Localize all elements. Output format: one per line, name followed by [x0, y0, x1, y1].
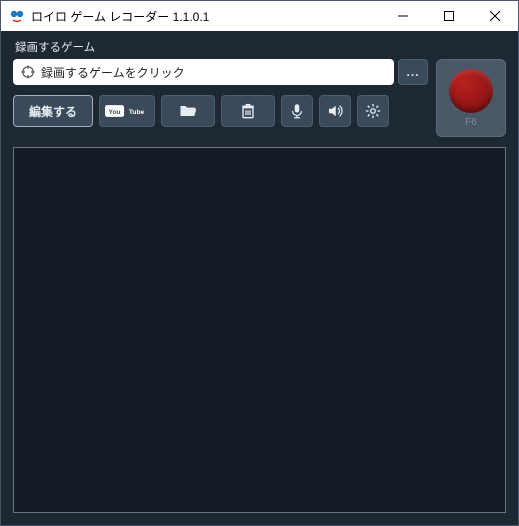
- game-select-label: 録画するゲーム: [15, 39, 506, 55]
- open-folder-button[interactable]: [161, 95, 215, 127]
- app-icon: [9, 8, 25, 24]
- mic-button[interactable]: [281, 95, 313, 127]
- target-icon: [21, 65, 35, 79]
- svg-text:Tube: Tube: [129, 109, 145, 116]
- maximize-button[interactable]: [426, 1, 472, 31]
- toolbar: 編集する You Tube: [13, 95, 428, 127]
- delete-button[interactable]: [221, 95, 275, 127]
- content-area: 録画するゲーム 録画するゲームをクリック ... 編集する You Tube: [1, 31, 518, 525]
- speaker-button[interactable]: [319, 95, 351, 127]
- minimize-button[interactable]: [380, 1, 426, 31]
- game-select-placeholder: 録画するゲームをクリック: [41, 64, 185, 81]
- youtube-button[interactable]: You Tube: [99, 95, 155, 127]
- close-button[interactable]: [472, 1, 518, 31]
- window-title: ロイロ ゲーム レコーダー 1.1.0.1: [31, 8, 380, 25]
- titlebar: ロイロ ゲーム レコーダー 1.1.0.1: [1, 1, 518, 31]
- settings-button[interactable]: [357, 95, 389, 127]
- preview-area: [13, 147, 506, 513]
- game-select-input[interactable]: 録画するゲームをクリック: [13, 59, 394, 85]
- record-button[interactable]: F6: [436, 59, 506, 137]
- record-hotkey-label: F6: [465, 117, 477, 128]
- record-icon: [449, 69, 493, 113]
- svg-text:You: You: [109, 109, 121, 116]
- edit-button[interactable]: 編集する: [13, 95, 93, 127]
- app-window: ロイロ ゲーム レコーダー 1.1.0.1 録画するゲーム 録画するゲームをクリ…: [0, 0, 519, 526]
- window-controls: [380, 1, 518, 31]
- browse-button[interactable]: ...: [398, 59, 428, 85]
